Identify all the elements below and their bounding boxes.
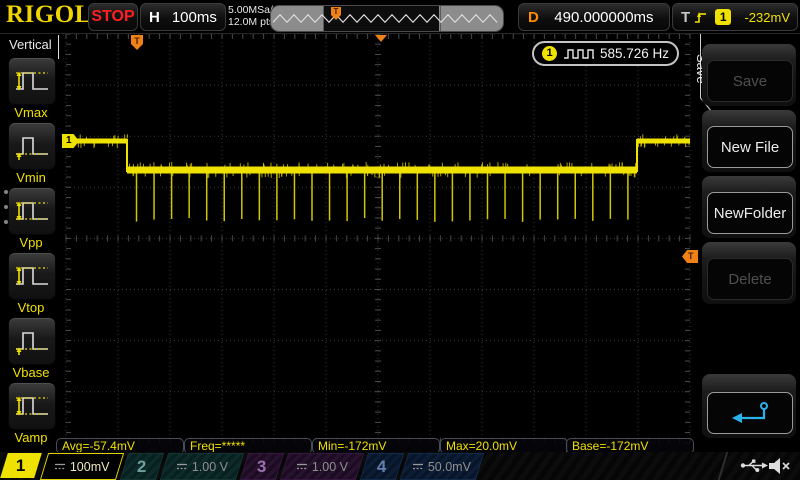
- sidebar-item-vtop-label: Vtop: [17, 300, 45, 315]
- dc-coupling-icon: [296, 462, 308, 471]
- vbase-icon: [14, 326, 50, 356]
- menu-slot: [702, 374, 796, 438]
- channel-2-badge[interactable]: 2: [119, 453, 165, 480]
- dc-coupling-icon: [54, 462, 66, 471]
- vamp-icon: [14, 391, 50, 421]
- dc-coupling-icon: [412, 462, 424, 471]
- counter-frequency-value: 585.726 Hz: [599, 46, 669, 61]
- sidebar-item-vamp-label: Vamp: [14, 430, 48, 445]
- channel-4-badge[interactable]: 4: [359, 453, 405, 480]
- menu-page-dot: [4, 205, 8, 209]
- screen-center-marker: [375, 35, 387, 42]
- dc-coupling-icon: [176, 462, 188, 471]
- channel-status-bar: 1 100mV 2 1.00 V 3 1.00 V 4 50.0mV: [0, 452, 800, 480]
- back-button[interactable]: [707, 392, 793, 434]
- rigol-logo: RIGOL: [6, 1, 92, 28]
- channel-2-scale[interactable]: 1.00 V: [159, 453, 245, 480]
- sidebar-item-vamp[interactable]: [8, 382, 56, 430]
- menu-slot: NewFolder: [702, 176, 796, 238]
- trigger-source-badge: 1: [715, 9, 732, 25]
- run-state-label: STOP: [91, 8, 135, 25]
- thumbnail-wave: [272, 13, 498, 24]
- channel-4-scale[interactable]: 50.0mV: [399, 453, 485, 480]
- run-state-indicator: STOP: [88, 3, 138, 31]
- menu-title: Vertical: [9, 37, 52, 52]
- trigger-slope-icon: [695, 11, 707, 23]
- horizontal-timebase-box: H 100ms: [140, 3, 226, 31]
- h-label: H: [149, 8, 160, 26]
- menu-page-dot: [4, 220, 8, 224]
- return-arrow-icon: [732, 402, 768, 423]
- counter-channel-badge: 1: [542, 46, 557, 61]
- frequency-counter: 1 585.726 Hz: [532, 41, 679, 66]
- new-file-button[interactable]: New File: [707, 126, 793, 168]
- sidebar-item-vmax-label: Vmax: [14, 105, 48, 120]
- menu-page-dot: [4, 190, 8, 194]
- t-label: T: [681, 8, 691, 26]
- save-button[interactable]: Save: [707, 60, 793, 102]
- timebase-value: 100ms: [171, 8, 217, 26]
- channel-3-badge[interactable]: 3: [239, 453, 285, 480]
- delete-button[interactable]: Delete: [707, 258, 793, 300]
- channel-3-scale[interactable]: 1.00 V: [279, 453, 365, 480]
- status-bar: RIGOL STOP H 100ms 5.00MSa/s 12.0M pts T…: [0, 0, 800, 34]
- sidebar-item-vbase[interactable]: [8, 317, 56, 365]
- sidebar-item-vmin-label: Vmin: [16, 170, 46, 185]
- d-label: D: [528, 8, 539, 26]
- sidebar-item-vtop[interactable]: [8, 252, 56, 300]
- sidebar-item-vpp-label: Vpp: [19, 235, 43, 250]
- usb-icon: [740, 459, 768, 472]
- waveform-overview-thumbnail: T: [270, 5, 504, 32]
- oscilloscope-screen: RIGOL STOP H 100ms 5.00MSa/s 12.0M pts T…: [0, 0, 800, 480]
- square-wave-icon: [564, 49, 594, 59]
- sidebar-item-vmax[interactable]: [8, 57, 56, 105]
- status-divider: [717, 452, 729, 480]
- trigger-box: T 1 -232mV: [672, 3, 798, 31]
- sidebar-item-vmin[interactable]: [8, 122, 56, 170]
- sidebar-item-vbase-label: Vbase: [12, 365, 50, 380]
- delay-box: D 490.000000ms: [518, 3, 670, 31]
- menu-title-divider: [58, 35, 59, 59]
- vmin-icon: [14, 131, 50, 161]
- sound-muted-icon: [769, 458, 790, 474]
- graticule-and-waveform: [65, 33, 713, 444]
- vmax-icon: [14, 66, 50, 96]
- sidebar-item-vpp[interactable]: [8, 187, 56, 235]
- menu-slot: New File: [702, 110, 796, 172]
- menu-slot: Save: [702, 44, 796, 106]
- trigger-level-value: -232mV: [744, 9, 790, 25]
- vpp-icon: [14, 196, 50, 226]
- menu-slot: Delete: [702, 242, 796, 304]
- vtop-icon: [14, 261, 50, 291]
- channel-1-badge[interactable]: 1: [0, 453, 42, 478]
- delay-value: 490.000000ms: [554, 8, 654, 26]
- new-folder-button[interactable]: NewFolder: [707, 192, 793, 234]
- channel-1-scale[interactable]: 100mV: [39, 453, 125, 480]
